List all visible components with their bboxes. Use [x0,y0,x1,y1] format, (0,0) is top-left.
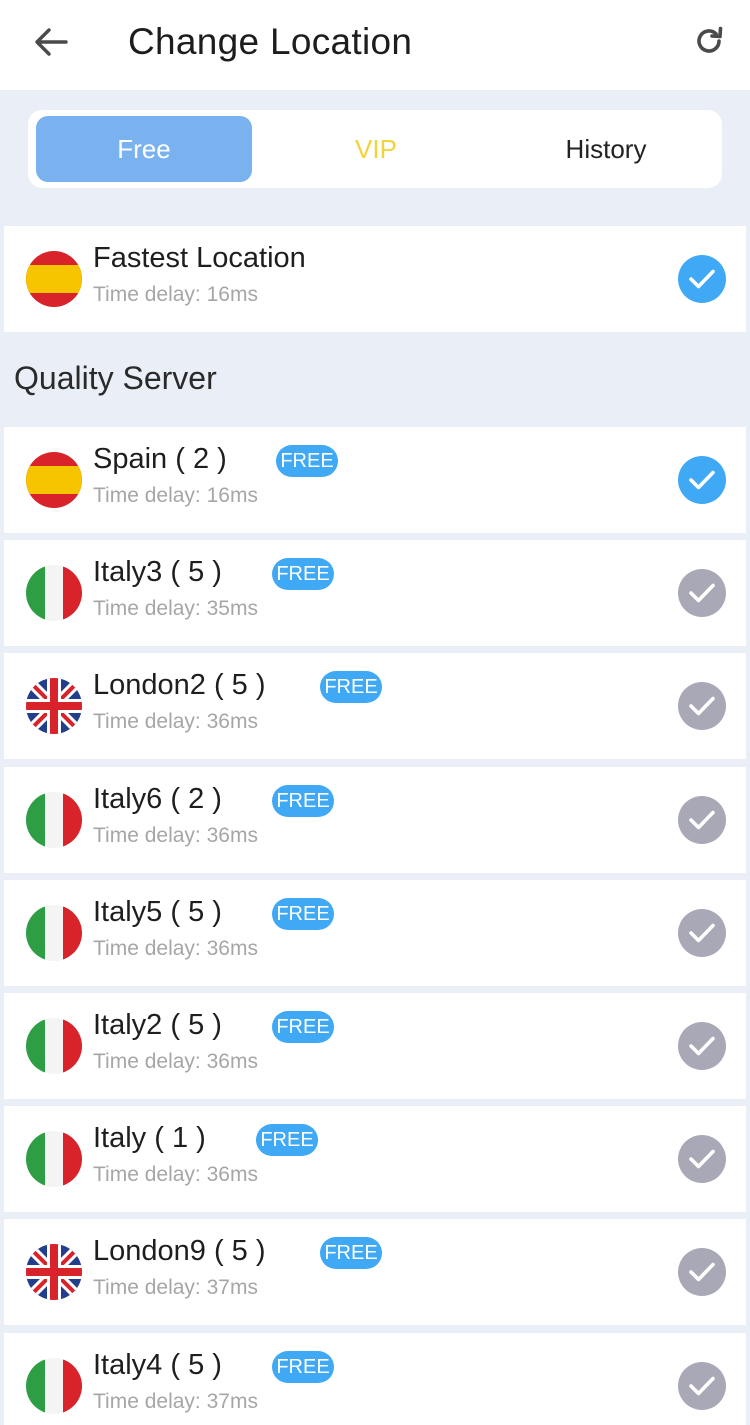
tab-bar: Free VIP History [28,110,722,188]
check-icon [678,1022,726,1070]
italy-flag-icon [26,1358,82,1414]
server-name: Italy4 ( 5 ) [93,1349,222,1381]
server-item[interactable]: Italy5 ( 5 ) FREE Time delay: 36ms [4,880,746,986]
uk-flag-icon [26,1244,82,1300]
italy-flag-icon [26,1018,82,1074]
flag [26,1358,82,1414]
check-icon [678,682,726,730]
server-item[interactable]: Italy3 ( 5 ) FREE Time delay: 35ms [4,540,746,646]
free-badge: FREE [320,1237,382,1269]
check-icon [678,1135,726,1183]
server-name: Italy ( 1 ) [93,1122,206,1154]
server-item[interactable]: Spain ( 2 ) FREE Time delay: 16ms [4,427,746,533]
server-item[interactable]: London2 ( 5 ) FREE Time delay: 36ms [4,653,746,759]
check-icon [678,569,726,617]
time-delay: Time delay: 36ms [93,710,258,733]
time-delay: Time delay: 37ms [93,1276,258,1299]
italy-flag-icon [26,792,82,848]
check-icon [678,796,726,844]
app-header: Change Location [0,0,750,90]
time-delay: Time delay: 36ms [93,824,258,847]
time-delay: Time delay: 16ms [93,283,258,306]
server-item[interactable]: Italy2 ( 5 ) FREE Time delay: 36ms [4,993,746,1099]
refresh-icon [697,26,723,53]
flag [26,792,82,848]
free-badge: FREE [256,1124,318,1156]
page-title: Change Location [128,21,413,62]
server-name: Italy2 ( 5 ) [93,1009,222,1041]
check-icon [678,1248,726,1296]
spain-flag-icon [26,251,82,307]
server-name: London2 ( 5 ) [93,669,266,701]
flag [26,251,82,307]
time-delay: Time delay: 36ms [93,1050,258,1073]
fastest-location-item[interactable]: Fastest Location Time delay: 16ms [4,226,746,332]
check-icon [678,456,726,504]
server-name: Italy5 ( 5 ) [93,896,222,928]
server-item[interactable]: Italy6 ( 2 ) FREE Time delay: 36ms [4,767,746,873]
flag [26,678,82,734]
server-item[interactable]: Italy4 ( 5 ) FREE Time delay: 37ms [4,1333,746,1425]
free-badge: FREE [272,785,334,817]
flag [26,452,82,508]
free-badge: FREE [320,671,382,703]
flag [26,1131,82,1187]
free-badge: FREE [272,1011,334,1043]
back-button[interactable] [26,20,76,64]
section-title: Quality Server [14,360,217,396]
check-icon [678,909,726,957]
check-icon [678,1362,726,1410]
free-badge: FREE [272,898,334,930]
free-badge: FREE [272,558,334,590]
server-name: Italy3 ( 5 ) [93,556,222,588]
server-item[interactable]: London9 ( 5 ) FREE Time delay: 37ms [4,1219,746,1325]
flag [26,1018,82,1074]
free-badge: FREE [272,1351,334,1383]
free-badge: FREE [276,445,338,477]
uk-flag-icon [26,678,82,734]
spain-flag-icon [26,452,82,508]
refresh-button[interactable] [684,18,734,64]
flag [26,905,82,961]
flag [26,1244,82,1300]
flag [26,565,82,621]
tab-history[interactable]: History [498,116,714,182]
time-delay: Time delay: 36ms [93,937,258,960]
italy-flag-icon [26,1131,82,1187]
italy-flag-icon [26,905,82,961]
time-delay: Time delay: 16ms [93,484,258,507]
server-name: Spain ( 2 ) [93,443,227,475]
time-delay: Time delay: 37ms [93,1390,258,1413]
check-icon [678,255,726,303]
tab-free[interactable]: Free [36,116,252,182]
server-name: London9 ( 5 ) [93,1235,266,1267]
time-delay: Time delay: 35ms [93,597,258,620]
arrow-left-icon [35,28,68,56]
location-name: Fastest Location [93,242,306,274]
server-item[interactable]: Italy ( 1 ) FREE Time delay: 36ms [4,1106,746,1212]
italy-flag-icon [26,565,82,621]
server-name: Italy6 ( 2 ) [93,783,222,815]
time-delay: Time delay: 36ms [93,1163,258,1186]
tab-vip[interactable]: VIP [268,116,484,182]
